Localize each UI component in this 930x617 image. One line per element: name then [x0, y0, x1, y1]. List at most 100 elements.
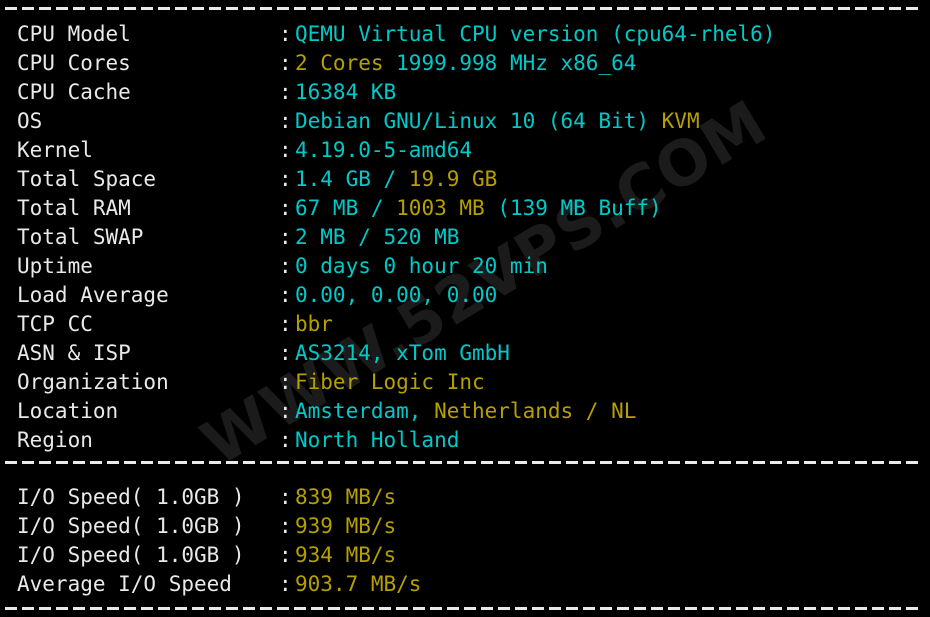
io-speed-row-label: I/O Speed( 1.0GB ) — [17, 543, 245, 567]
system-info-row-value: 2 MB / 520 MB — [295, 225, 459, 249]
field-colon: : — [279, 485, 292, 509]
value-segment: 1.4 GB / — [295, 167, 409, 191]
value-segment: Debian GNU/Linux 10 (64 Bit) — [295, 109, 662, 133]
field-colon: : — [279, 196, 292, 220]
value-segment: AS3214, xTom GmbH — [295, 341, 510, 365]
value-segment: 16384 KB — [295, 80, 397, 104]
system-info-row: Organization: Fiber Logic Inc — [0, 368, 775, 397]
system-info-row-label: TCP CC — [17, 312, 93, 336]
io-speed-row: I/O Speed( 1.0GB ):839 MB/s — [0, 483, 421, 512]
system-info-row-label: CPU Cores — [17, 51, 131, 75]
io-speed-section: I/O Speed( 1.0GB ):839 MB/s I/O Speed( 1.… — [0, 483, 421, 599]
value-segment: 0.00, 0.00, 0.00 — [295, 283, 498, 307]
value-segment: Amsterdam, — [295, 399, 435, 423]
system-info-row-label: CPU Model — [17, 22, 131, 46]
system-info-row: Total SWAP:2 MB / 520 MB — [0, 223, 775, 252]
field-colon: : — [279, 167, 292, 191]
separator-bottom — [5, 607, 918, 610]
field-colon: : — [279, 572, 292, 596]
field-colon: : — [279, 312, 292, 336]
value-segment: 67 MB / — [295, 196, 397, 220]
field-colon: : — [279, 370, 292, 394]
field-colon: : — [279, 514, 292, 538]
io-speed-row: I/O Speed( 1.0GB ):939 MB/s — [0, 512, 421, 541]
system-info-row-value: 4.19.0-5-amd64 — [295, 138, 472, 162]
system-info-row: CPU Cache:16384 KB — [0, 78, 775, 107]
io-speed-row-value: 934 MB/s — [295, 543, 396, 567]
system-info-row-label: Organization — [17, 370, 169, 394]
value-segment: QEMU Virtual CPU version (cpu64-rhel6) — [295, 22, 776, 46]
value-segment: Fiber Logic Inc — [295, 370, 485, 394]
field-colon: : — [279, 22, 292, 46]
system-info-row-label: Location — [17, 399, 119, 423]
field-colon: : — [279, 341, 292, 365]
terminal-window: WWW.52VPS.COM CPU Model: QEMU Virtual CPU… — [0, 0, 930, 617]
value-segment: KVM — [661, 109, 700, 133]
io-speed-row-label: I/O Speed( 1.0GB ) — [17, 485, 245, 509]
io-speed-row: Average I/O Speed:903.7 MB/s — [0, 570, 421, 599]
io-speed-row-label: I/O Speed( 1.0GB ) — [17, 514, 245, 538]
io-speed-row-label: Average I/O Speed — [17, 572, 232, 596]
system-info-row-value: 2 Cores 1999.998 MHz x86_64 — [295, 51, 636, 75]
system-info-row-label: Region — [17, 428, 93, 452]
separator-top — [5, 7, 918, 10]
field-colon: : — [279, 80, 292, 104]
system-info-row: Region: North Holland — [0, 426, 775, 455]
system-info-row-label: ASN & ISP — [17, 341, 131, 365]
value-segment: 19.9 GB — [408, 167, 498, 191]
io-speed-row-value: 939 MB/s — [295, 514, 396, 538]
field-colon: : — [279, 283, 292, 307]
value-segment: 4.19.0-5-amd64 — [295, 138, 473, 162]
system-info-row: Total RAM:67 MB / 1003 MB (139 MB Buff) — [0, 194, 775, 223]
system-info-row-value: 16384 KB — [295, 80, 396, 104]
system-info-row: ASN & ISP: AS3214, xTom GmbH — [0, 339, 775, 368]
system-info-row: OS: Debian GNU/Linux 10 (64 Bit) KVM — [0, 107, 775, 136]
system-info-row-value: bbr — [295, 312, 333, 336]
system-info-row-value: 1.4 GB / 19.9 GB — [295, 167, 497, 191]
system-info-row: Total Space:1.4 GB / 19.9 GB — [0, 165, 775, 194]
system-info-row: CPU Cores:2 Cores 1999.998 MHz x86_64 — [0, 49, 775, 78]
separator-middle — [5, 461, 918, 464]
system-info-row-label: Load Average — [17, 283, 169, 307]
value-segment: North Holland — [295, 428, 460, 452]
value-segment: bbr — [295, 312, 333, 336]
field-colon: : — [279, 543, 292, 567]
system-info-row-label: Total Space — [17, 167, 157, 191]
system-info-row: Location: Amsterdam, Netherlands / NL — [0, 397, 775, 426]
system-info-row-label: Total SWAP — [17, 225, 144, 249]
value-segment: 1003 MB — [396, 196, 485, 220]
system-info-section: CPU Model: QEMU Virtual CPU version (cpu6… — [0, 20, 775, 455]
field-colon: : — [279, 138, 292, 162]
field-colon: : — [279, 254, 292, 278]
system-info-row-label: OS — [17, 109, 43, 133]
system-info-row-value: Fiber Logic Inc — [295, 370, 485, 394]
value-segment: 1999.998 MHz x86_64 — [383, 51, 637, 75]
value-segment: 0 days 0 hour 20 min — [295, 254, 548, 278]
system-info-row-value: AS3214, xTom GmbH — [295, 341, 510, 365]
system-info-row-label: CPU Cache — [17, 80, 131, 104]
system-info-row: TCP CC: bbr — [0, 310, 775, 339]
value-segment: 2 Cores — [295, 51, 384, 75]
system-info-row: Kernel:4.19.0-5-amd64 — [0, 136, 775, 165]
value-segment: Netherlands / NL — [434, 399, 637, 423]
system-info-row-value: QEMU Virtual CPU version (cpu64-rhel6) — [295, 22, 775, 46]
system-info-row-value: 0 days 0 hour 20 min — [295, 254, 548, 278]
field-colon: : — [279, 225, 292, 249]
field-colon: : — [279, 109, 292, 133]
system-info-row-label: Uptime — [17, 254, 93, 278]
io-speed-row: I/O Speed( 1.0GB ):934 MB/s — [0, 541, 421, 570]
system-info-row-value: Debian GNU/Linux 10 (64 Bit) KVM — [295, 109, 700, 133]
value-segment: 903.7 MB/s — [295, 572, 422, 596]
system-info-row-label: Total RAM — [17, 196, 131, 220]
system-info-row: CPU Model: QEMU Virtual CPU version (cpu6… — [0, 20, 775, 49]
value-segment: 939 MB/s — [295, 514, 397, 538]
field-colon: : — [279, 51, 292, 75]
system-info-row: Load Average:0.00, 0.00, 0.00 — [0, 281, 775, 310]
value-segment: 839 MB/s — [295, 485, 397, 509]
value-segment: 2 MB / 520 MB — [295, 225, 460, 249]
io-speed-row-value: 903.7 MB/s — [295, 572, 421, 596]
system-info-row-label: Kernel — [17, 138, 93, 162]
system-info-row: Uptime:0 days 0 hour 20 min — [0, 252, 775, 281]
system-info-row-value: 0.00, 0.00, 0.00 — [295, 283, 497, 307]
io-speed-row-value: 839 MB/s — [295, 485, 396, 509]
